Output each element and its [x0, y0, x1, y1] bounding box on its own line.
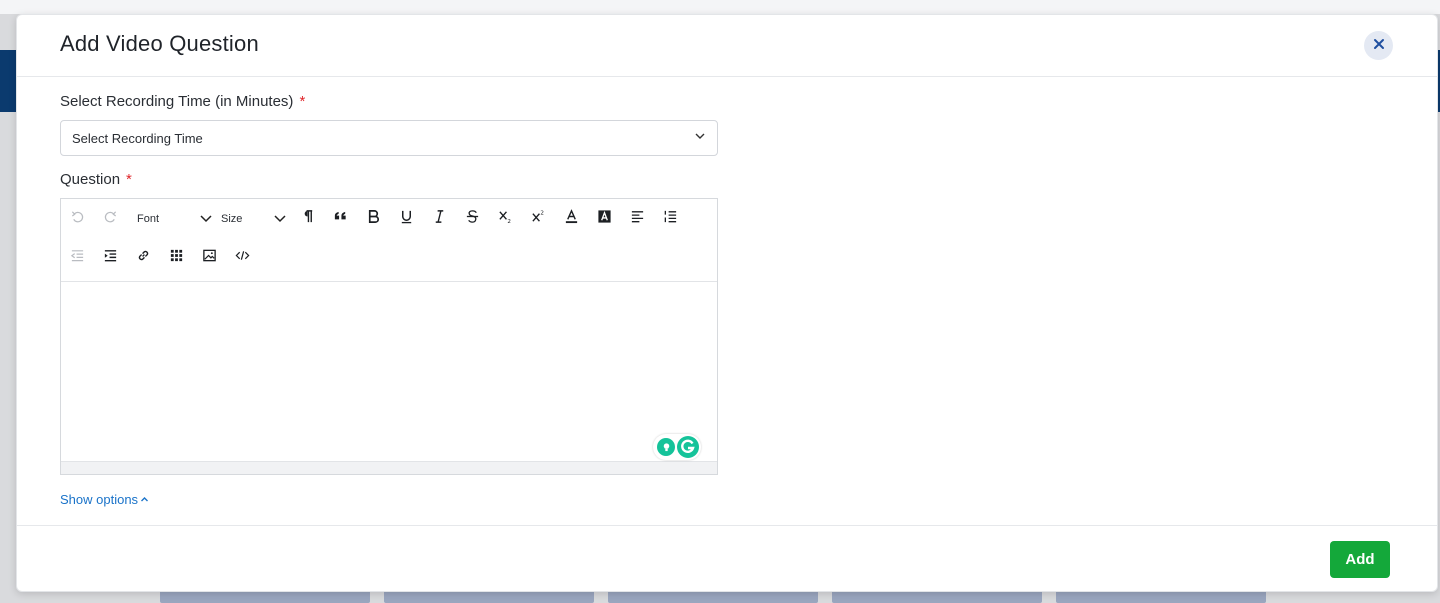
- recording-time-select[interactable]: Select Recording Time: [60, 120, 718, 156]
- chevron-down-icon: [273, 211, 287, 228]
- bold-button[interactable]: [357, 204, 390, 234]
- add-video-question-modal: Add Video Question Select Recording Time…: [16, 14, 1438, 592]
- link-icon: [136, 248, 151, 268]
- size-select[interactable]: Size: [219, 211, 291, 228]
- close-button[interactable]: [1364, 31, 1393, 60]
- superscript-button[interactable]: 2: [522, 204, 555, 234]
- svg-text:2: 2: [540, 211, 544, 217]
- question-text-area[interactable]: [61, 282, 717, 461]
- indent-icon: [103, 248, 118, 268]
- redo-icon: [103, 209, 118, 229]
- blockquote-icon: [333, 209, 348, 229]
- undo-button[interactable]: [61, 204, 94, 234]
- table-button[interactable]: [160, 243, 193, 273]
- recording-time-select-value: Select Recording Time: [72, 130, 203, 146]
- editor-toolbar: Font Size 2 2: [61, 199, 717, 282]
- list-icon: [663, 209, 678, 229]
- toolbar-row: [61, 240, 259, 276]
- bold-icon: [366, 209, 381, 229]
- paragraph-icon: [300, 209, 315, 229]
- question-editor: Font Size 2 2: [60, 198, 718, 475]
- modal-footer: Add: [17, 525, 1437, 593]
- highlight-color-icon: [597, 209, 612, 229]
- show-options-link[interactable]: Show options: [60, 492, 149, 507]
- outdent-button[interactable]: [61, 243, 94, 273]
- subscript-button[interactable]: 2: [489, 204, 522, 234]
- background-topbar: [0, 0, 1440, 14]
- lightbulb-icon: [657, 438, 675, 456]
- list-button[interactable]: [654, 204, 687, 234]
- link-button[interactable]: [127, 243, 160, 273]
- strikethrough-icon: [465, 209, 480, 229]
- modal-title: Add Video Question: [60, 31, 259, 56]
- undo-icon: [70, 209, 85, 229]
- question-label: Question *: [60, 171, 132, 188]
- required-mark: *: [126, 171, 132, 188]
- indent-button[interactable]: [94, 243, 127, 273]
- chevron-down-icon: [199, 211, 213, 228]
- outdent-icon: [70, 248, 85, 268]
- italic-button[interactable]: [423, 204, 456, 234]
- svg-text:2: 2: [507, 219, 511, 224]
- show-options-label: Show options: [60, 492, 139, 507]
- size-select-label: Size: [221, 213, 243, 225]
- add-button[interactable]: Add: [1330, 541, 1390, 578]
- grammarly-widget[interactable]: [653, 434, 701, 460]
- superscript-icon: 2: [531, 209, 546, 229]
- font-select[interactable]: Font: [127, 211, 219, 228]
- redo-button[interactable]: [94, 204, 127, 234]
- align-icon: [630, 209, 645, 229]
- underline-button[interactable]: [390, 204, 423, 234]
- chevron-down-icon: [694, 129, 706, 147]
- code-view-button[interactable]: [226, 243, 259, 273]
- recording-time-label-text: Select Recording Time (in Minutes): [60, 93, 294, 110]
- required-mark: *: [299, 93, 306, 110]
- editor-resize-bar[interactable]: [61, 461, 717, 474]
- toolbar-row: Font Size 2 2: [61, 201, 687, 237]
- subscript-icon: 2: [498, 209, 513, 229]
- code-view-icon: [235, 248, 250, 268]
- image-icon: [202, 248, 217, 268]
- modal-header: Add Video Question: [17, 15, 1437, 77]
- font-color-icon: [564, 209, 579, 229]
- strikethrough-button[interactable]: [456, 204, 489, 234]
- align-button[interactable]: [621, 204, 654, 234]
- highlight-color-button[interactable]: [588, 204, 621, 234]
- image-button[interactable]: [193, 243, 226, 273]
- question-label-text: Question: [60, 171, 121, 188]
- blockquote-button[interactable]: [324, 204, 357, 234]
- italic-icon: [432, 209, 447, 229]
- font-color-button[interactable]: [555, 204, 588, 234]
- table-icon: [169, 248, 184, 268]
- chevron-up-icon: [140, 492, 149, 507]
- font-select-label: Font: [137, 213, 160, 225]
- close-icon: [1373, 37, 1385, 55]
- grammarly-icon: [677, 436, 699, 458]
- recording-time-label: Select Recording Time (in Minutes) *: [60, 93, 305, 110]
- paragraph-button[interactable]: [291, 204, 324, 234]
- underline-icon: [399, 209, 414, 229]
